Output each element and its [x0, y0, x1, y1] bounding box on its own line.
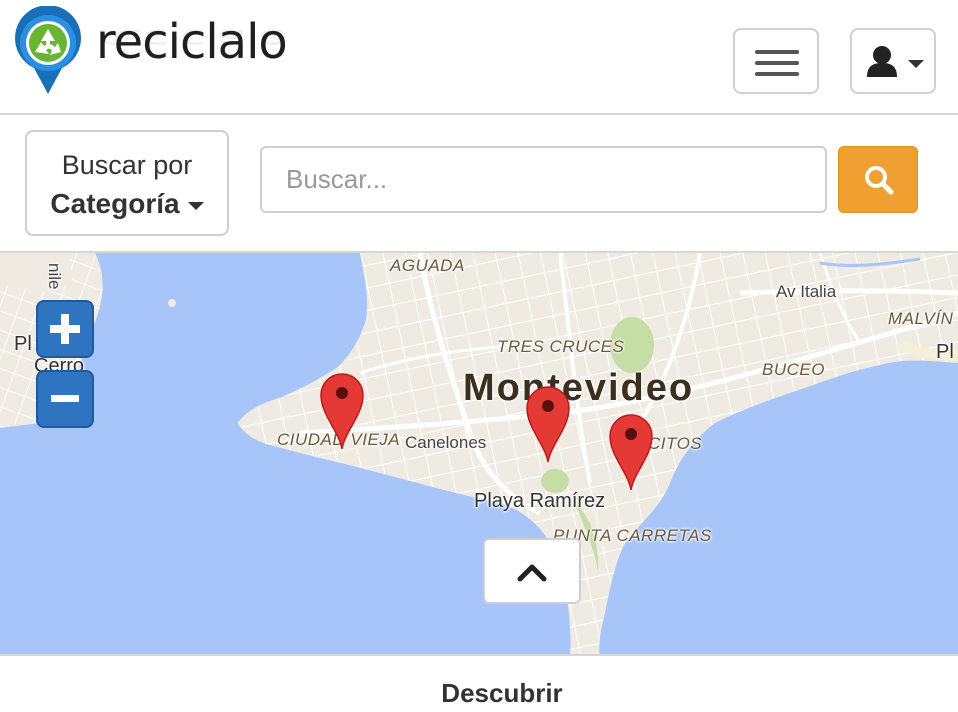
category-dropdown-button[interactable]: Buscar por Categoría [25, 130, 229, 236]
map-marker-icon[interactable] [319, 371, 365, 451]
minus-icon [51, 395, 79, 402]
zoom-out-button[interactable] [36, 370, 94, 428]
brand-logo[interactable]: reciclalo reciclalo [8, 6, 328, 98]
map-label-buceo: BUCEO [762, 360, 825, 379]
map-label-av-italia: Av Italia [776, 282, 837, 301]
map-label-tres-cruces: TRES CRUCES [497, 337, 625, 356]
discover-tab[interactable]: Descubrir [0, 678, 958, 709]
map-label-pl: Pl [936, 341, 954, 363]
map-marker-icon[interactable] [525, 384, 571, 464]
category-line1: Buscar por [61, 150, 193, 180]
menu-toggle-button[interactable] [733, 28, 819, 94]
search-icon [865, 166, 894, 195]
brand-name-reflection: reciclalo [96, 23, 287, 54]
map-label-malvin: MALVÍN [888, 309, 954, 328]
map-label-nile: nile [45, 263, 64, 290]
user-icon [867, 46, 897, 77]
chevron-up-icon [517, 564, 547, 582]
zoom-in-button[interactable] [36, 300, 94, 358]
category-line2: Categoría [27, 188, 227, 220]
footer: Descubrir [0, 654, 958, 712]
search-input[interactable] [260, 146, 827, 213]
map-view[interactable]: AGUADA Av Italia MALVÍN Pl TRES CRUCES B… [0, 251, 958, 656]
header: reciclalo reciclalo [0, 0, 958, 115]
search-button[interactable] [838, 146, 918, 213]
recycle-pin-icon [15, 6, 81, 94]
collapse-map-button[interactable] [483, 538, 581, 604]
map-label-city: Montevideo [463, 367, 695, 409]
category-label: Categoría [50, 188, 180, 219]
caret-down-icon [908, 60, 924, 68]
plus-icon [50, 314, 80, 344]
map-marker-icon[interactable] [608, 412, 654, 492]
caret-down-icon [187, 201, 204, 210]
map-label-pocitos: CITOS [648, 434, 703, 453]
map-label-canelones: Canelones [405, 433, 487, 452]
map-label-aguada: AGUADA [390, 256, 465, 275]
user-menu-button[interactable] [850, 28, 936, 94]
map-base-layer [0, 253, 958, 656]
map-label-playa-ramirez: Playa Ramírez [474, 490, 606, 512]
